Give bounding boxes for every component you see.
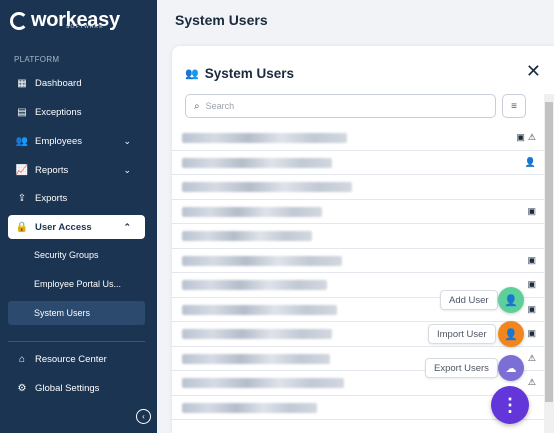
page-title: System Users bbox=[175, 12, 268, 28]
user-card-icon: ▣ bbox=[527, 205, 536, 216]
sidebar-divider bbox=[8, 341, 145, 342]
add-user-label[interactable]: Add User bbox=[440, 290, 498, 310]
sidebar-subitem-employee-portal-users[interactable]: Employee Portal Us... bbox=[8, 272, 145, 296]
sidebar-subitem-system-users[interactable]: System Users bbox=[8, 301, 145, 325]
list-item[interactable] bbox=[172, 396, 544, 420]
logo-subtitle: SOFTWARE bbox=[66, 24, 104, 30]
user-card-icon: ▣ bbox=[527, 303, 536, 314]
panel-title: 👥 System Users bbox=[185, 66, 294, 81]
logo-mark-icon bbox=[10, 12, 28, 30]
lock-icon: 🔒 bbox=[15, 221, 29, 233]
import-user-button[interactable]: 👤 bbox=[498, 321, 524, 347]
warning-icon: ⚠ bbox=[527, 377, 536, 387]
sidebar-subitem-label: Security Groups bbox=[34, 250, 99, 260]
import-user-label[interactable]: Import User bbox=[428, 324, 496, 344]
sidebar-item-label: User Access bbox=[35, 221, 92, 233]
sidebar-item-resource-center[interactable]: ⌂ Resource Center bbox=[8, 347, 145, 371]
sidebar-item-label: Exports bbox=[35, 192, 68, 204]
user-import-icon: 👤 bbox=[504, 328, 518, 341]
sidebar-subitem-label: System Users bbox=[34, 308, 91, 318]
more-vertical-icon: ⋮ bbox=[501, 394, 519, 415]
chevron-up-icon: ⌃ bbox=[123, 221, 131, 232]
close-button[interactable]: ✕ bbox=[526, 62, 541, 80]
sidebar-item-dashboard[interactable]: ▦ Dashboard bbox=[8, 71, 145, 95]
list-item[interactable] bbox=[172, 175, 544, 200]
sidebar-item-label: Reports bbox=[35, 164, 69, 176]
close-icon: ✕ bbox=[525, 61, 541, 81]
export-users-button[interactable]: ☁ bbox=[498, 355, 524, 381]
home-icon: ⌂ bbox=[18, 353, 26, 365]
sidebar-item-label: Exceptions bbox=[35, 106, 82, 118]
sidebar: workeasy SOFTWARE PLATFORM ▦ Dashboard ▤… bbox=[0, 0, 157, 433]
sidebar-item-exports[interactable]: ⇪ Exports bbox=[8, 186, 145, 210]
search-input[interactable]: ⌕ Search bbox=[185, 94, 496, 118]
exceptions-icon: ▤ bbox=[17, 106, 27, 118]
row-icons: ▣ bbox=[527, 328, 536, 339]
gear-icon: ⚙ bbox=[17, 382, 27, 394]
sidebar-item-reports[interactable]: 📈 Reports ⌄ bbox=[8, 158, 145, 182]
search-icon: ⌕ bbox=[194, 100, 200, 112]
chevron-down-icon: ⌄ bbox=[123, 135, 131, 146]
sidebar-item-label: Resource Center bbox=[35, 353, 107, 365]
user-add-icon: 👤 bbox=[524, 156, 536, 167]
sidebar-subitem-security-groups[interactable]: Security Groups bbox=[8, 243, 145, 267]
list-item[interactable]: 👤 bbox=[172, 151, 544, 175]
row-icons: ⚠ bbox=[528, 353, 536, 364]
row-icons: ▣ bbox=[527, 279, 536, 290]
chevron-left-icon: ‹ bbox=[142, 412, 145, 421]
exports-icon: ⇪ bbox=[17, 192, 27, 204]
actions-menu-button[interactable]: ⋮ bbox=[491, 386, 529, 424]
add-user-button[interactable]: 👤 bbox=[498, 287, 524, 313]
row-icons: ▣ bbox=[527, 304, 536, 315]
user-card-icon: ▣ bbox=[527, 254, 536, 265]
chevron-down-icon: ⌄ bbox=[123, 164, 131, 175]
sidebar-item-employees[interactable]: 👥 Employees ⌄ bbox=[8, 129, 145, 153]
cloud-upload-icon: ☁ bbox=[505, 362, 517, 375]
sidebar-item-global-settings[interactable]: ⚙ Global Settings bbox=[8, 376, 145, 400]
search-placeholder: Search bbox=[205, 101, 235, 111]
scrollbar[interactable] bbox=[544, 94, 554, 433]
employees-icon: 👥 bbox=[15, 135, 29, 147]
section-label-platform: PLATFORM bbox=[14, 55, 60, 64]
collapse-sidebar-button[interactable]: ‹ bbox=[136, 409, 151, 424]
warning-icon: ⚠ bbox=[527, 132, 536, 142]
list-item[interactable]: ▣ ⚠ bbox=[172, 126, 544, 151]
sidebar-item-label: Employees bbox=[35, 135, 82, 147]
list-item[interactable] bbox=[172, 224, 544, 249]
sidebar-item-label: Dashboard bbox=[35, 77, 82, 89]
sidebar-subitem-label: Employee Portal Us... bbox=[34, 279, 122, 289]
scrollbar-thumb[interactable] bbox=[545, 102, 553, 402]
list-item[interactable]: ▣ bbox=[172, 200, 544, 224]
row-icons: ⚠ bbox=[528, 377, 536, 388]
sidebar-item-user-access[interactable]: 🔒 User Access ⌃ bbox=[8, 215, 145, 239]
filter-icon: ≡ bbox=[511, 100, 517, 112]
sidebar-item-label: Global Settings bbox=[35, 382, 100, 394]
row-icons: ▣ bbox=[527, 255, 536, 266]
row-icons: ▣ ⚠ bbox=[516, 132, 536, 143]
export-users-label[interactable]: Export Users bbox=[425, 358, 498, 378]
row-icons: 👤 bbox=[525, 157, 536, 168]
user-card-icon: ▣ bbox=[527, 279, 536, 289]
list-item[interactable]: ▣ bbox=[172, 249, 544, 273]
reports-icon: 📈 bbox=[15, 164, 29, 176]
user-card-icon: ▣ bbox=[527, 328, 536, 338]
filter-button[interactable]: ≡ bbox=[502, 94, 526, 118]
panel-title-text: System Users bbox=[204, 66, 295, 81]
user-add-icon: 👤 bbox=[504, 294, 518, 307]
row-icons: ▣ bbox=[527, 206, 536, 217]
user-card-icon: ▣ bbox=[516, 132, 525, 142]
warning-icon: ⚠ bbox=[527, 352, 536, 363]
dashboard-icon: ▦ bbox=[17, 77, 27, 89]
users-icon: 👥 bbox=[185, 68, 199, 80]
sidebar-item-exceptions[interactable]: ▤ Exceptions bbox=[8, 100, 145, 124]
